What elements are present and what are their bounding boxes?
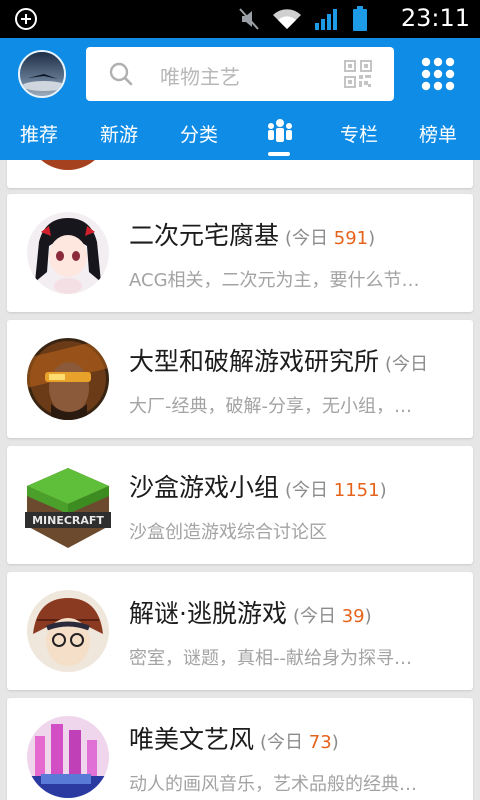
today-count: (今日 73) <box>260 732 339 753</box>
post-count: 39 <box>341 606 365 627</box>
group-description: ACG相关，二次元为主，要什么节… <box>129 270 420 291</box>
mute-icon <box>238 7 260 35</box>
group-thumbnail: MINECRAFT <box>25 464 111 548</box>
group-title: 解谜·逃脱游戏 <box>129 599 287 628</box>
active-tab-indicator <box>268 152 290 156</box>
group-title: 沙盒游戏小组 <box>129 473 280 502</box>
group-description: 密室，谜题，真相--献给身为探寻… <box>129 648 412 669</box>
group-thumbnail <box>27 590 109 672</box>
signal-icon <box>314 7 340 35</box>
clock: 23:11 <box>400 4 470 32</box>
tab-groups-icon[interactable] <box>266 118 294 151</box>
group-thumbnail <box>27 338 109 420</box>
today-count: (今日 591) <box>285 228 376 249</box>
list-item[interactable]: 二次元宅腐基 (今日 591) ACG相关，二次元为主，要什么节… <box>7 194 473 312</box>
post-count: 1151 <box>333 480 380 501</box>
post-count: 591 <box>333 228 369 249</box>
group-description: 动人的画风音乐，艺术品般的经典… <box>129 774 417 795</box>
list-item[interactable]: MINECRAFT 沙盒游戏小组 (今日 1151) 沙盒创造游戏综合讨论区 <box>7 446 473 564</box>
apps-grid-icon[interactable] <box>420 56 456 92</box>
wifi-icon <box>272 7 302 35</box>
list-item[interactable]: 解谜·逃脱游戏 (今日 39) 密室，谜题，真相--献给身为探寻… <box>7 572 473 690</box>
user-avatar[interactable] <box>18 50 66 98</box>
today-count: (今日 <box>385 354 429 375</box>
today-label: 今日 <box>292 480 329 501</box>
tab-rankings[interactable]: 榜单 <box>419 120 457 147</box>
today-label: 今日 <box>267 732 304 753</box>
tab-columns[interactable]: 专栏 <box>340 120 378 147</box>
app-header: 唯物主艺 推荐 新游 分类 专栏 榜单 <box>0 38 480 160</box>
battery-icon <box>352 6 368 36</box>
tab-categories[interactable]: 分类 <box>180 120 218 147</box>
group-list: 二次元宅腐基 (今日 591) ACG相关，二次元为主，要什么节… 大型和破解游戏… <box>0 160 480 800</box>
post-count: 73 <box>308 732 332 753</box>
group-title: 二次元宅腐基 <box>129 221 280 250</box>
today-label: 今日 <box>299 606 336 627</box>
search-icon <box>108 61 134 91</box>
today-label: 今日 <box>292 228 329 249</box>
today-count: (今日 1151) <box>285 480 387 501</box>
tab-recommend[interactable]: 推荐 <box>20 120 58 147</box>
status-bar: 23:11 <box>0 0 480 38</box>
group-thumbnail <box>27 716 109 798</box>
group-title: 唯美文艺风 <box>129 725 255 754</box>
tab-bar: 推荐 新游 分类 专栏 榜单 <box>0 114 480 160</box>
today-count: (今日 39) <box>292 606 372 627</box>
search-bar[interactable]: 唯物主艺 <box>86 47 394 101</box>
svg-text:MINECRAFT: MINECRAFT <box>32 514 104 527</box>
group-title: 大型和破解游戏研究所 <box>129 347 380 376</box>
search-placeholder: 唯物主艺 <box>160 65 240 89</box>
group-thumbnail <box>27 212 109 294</box>
group-thumbnail <box>27 160 109 170</box>
today-label: 今日 <box>392 354 429 375</box>
list-item[interactable]: 唯美文艺风 (今日 73) 动人的画风音乐，艺术品般的经典… <box>7 698 473 800</box>
add-circle-icon <box>14 7 38 35</box>
group-description: 大厂-经典，破解-分享，无小组，… <box>129 396 412 417</box>
group-description: 沙盒创造游戏综合讨论区 <box>129 522 327 543</box>
list-item[interactable]: 大型和破解游戏研究所 (今日 大厂-经典，破解-分享，无小组，… <box>7 320 473 438</box>
tab-new-games[interactable]: 新游 <box>100 120 138 147</box>
list-item-partial[interactable] <box>7 160 473 188</box>
qr-scan-icon[interactable] <box>344 60 372 92</box>
